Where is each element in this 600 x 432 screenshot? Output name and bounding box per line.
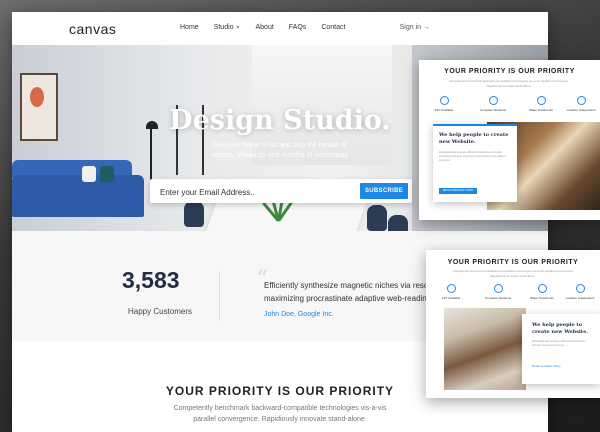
card2-description: Competently benchmark backward-compatibl… [452, 269, 574, 278]
nav-contact[interactable]: Contact [321, 24, 345, 31]
card2-read-more-link[interactable]: Read Complete Story [532, 364, 561, 368]
card1-feature-3: Water Treatments [523, 96, 559, 112]
customer-count: 3,583 [122, 267, 180, 293]
water-drop-icon [537, 284, 547, 293]
clock-icon [446, 284, 456, 293]
card1-box-title: We help people to create new Website. [439, 132, 509, 145]
card1-box-text: Enthusiastically embrace efficient infra… [439, 151, 507, 162]
email-input[interactable] [158, 183, 352, 201]
hero-subtitle: Sell your home to us and skip the hassle… [211, 142, 349, 159]
card1-feature-1-label: 24/7 Available [434, 108, 454, 112]
chair-3 [388, 215, 408, 231]
cushion-1 [82, 166, 96, 182]
card2-chair-photo [444, 308, 526, 390]
logo[interactable]: canvas [69, 21, 116, 37]
water-drop-icon [536, 96, 546, 105]
card2-text-box: We help people to create new Website. En… [522, 314, 600, 384]
subscribe-button[interactable]: SUBSCRIBE [360, 183, 408, 199]
nav-about[interactable]: About [256, 24, 274, 31]
card1-feature-3-label: Water Treatments [529, 108, 553, 112]
layers-icon [493, 284, 503, 293]
card1-feature-4: Location Independent [563, 96, 599, 112]
clock-icon [439, 96, 449, 105]
card2-feature-1: 24/7 Available [434, 284, 468, 300]
card2-feature-1-label: 24/7 Available [441, 296, 461, 300]
card2-feature-3: Water Treatments [524, 284, 560, 300]
nav-studio-label: Studio [213, 24, 234, 31]
location-pin-icon [575, 284, 585, 293]
layers-icon [488, 96, 498, 105]
priority-description: Competently benchmark backward-compatibl… [173, 405, 387, 423]
testimonial-author[interactable]: John Doe, Google Inc. [264, 311, 334, 318]
nav-menu: Home Studio ▼ About FAQs Contact [180, 24, 345, 31]
navbar: canvas Home Studio ▼ About FAQs Contact S… [12, 12, 548, 45]
blue-sofa [12, 175, 144, 217]
card2-feature-3-label: Water Treatments [530, 296, 554, 300]
sign-in-link[interactable]: Sign in → [400, 24, 430, 31]
card1-description: Competently benchmark backward-compatibl… [448, 79, 570, 88]
wall-art-shape [30, 87, 44, 107]
preview-card-2: YOUR PRIORITY IS OUR PRIORITY Competentl… [426, 250, 600, 398]
card2-box-text: Enthusiastically embrace efficient infra… [532, 340, 586, 347]
card1-text-box: We help people to create new Website. En… [433, 124, 517, 202]
card2-feature-2: Complete Solutions [480, 284, 516, 300]
nav-home[interactable]: Home [180, 24, 199, 31]
preview-card-1: YOUR PRIORITY IS OUR PRIORITY Competentl… [419, 60, 600, 220]
chevron-down-icon: ▼ [235, 25, 241, 31]
card1-title: YOUR PRIORITY IS OUR PRIORITY [444, 68, 575, 75]
card1-feature-1: 24/7 Available [427, 96, 461, 112]
chair-2 [367, 205, 387, 231]
customer-count-label: Happy Customers [128, 307, 193, 316]
card2-feature-4-label: Location Independent [565, 296, 595, 300]
card2-feature-2-label: Complete Solutions [484, 296, 511, 300]
nav-studio[interactable]: Studio ▼ [214, 24, 241, 31]
card2-title: YOUR PRIORITY IS OUR PRIORITY [447, 259, 579, 266]
card1-feature-2: Complete Solutions [475, 96, 511, 112]
testimonial-text: Efficiently synthesize magnetic niches v… [264, 281, 433, 303]
card1-feature-4-label: Location Independent [566, 108, 596, 112]
card1-feature-2-label: Complete Solutions [479, 108, 506, 112]
cushion-2 [100, 166, 114, 182]
location-pin-icon [576, 96, 586, 105]
subscribe-form: SUBSCRIBE [150, 179, 412, 203]
stats-divider [219, 271, 220, 321]
nav-faqs[interactable]: FAQs [289, 24, 307, 31]
card2-feature-4: Location Independent [562, 284, 598, 300]
chair-1 [184, 201, 204, 227]
card1-read-more-button[interactable]: READ COMPLETE STORY [439, 188, 477, 194]
card2-box-title: We help people to create new Website. [532, 322, 589, 335]
